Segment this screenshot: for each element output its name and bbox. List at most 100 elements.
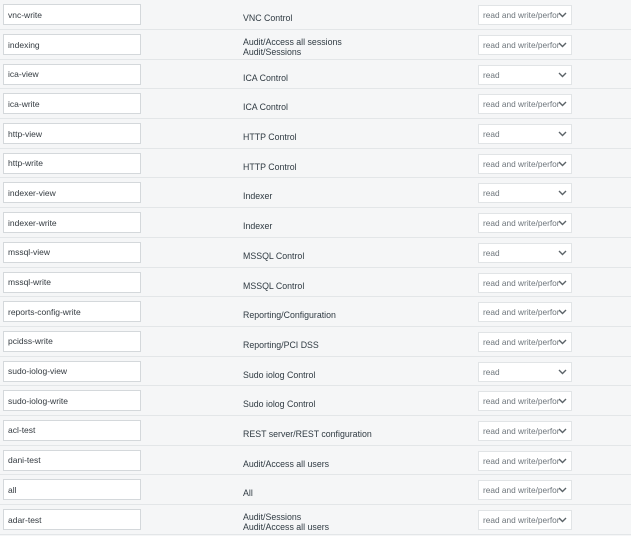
table-row: Indexer read and write/perform [0, 208, 631, 238]
permission-value: read and write/perform [483, 485, 560, 496]
object-label: Sudo iolog Control [243, 369, 316, 380]
permission-value: read and write/perform [483, 425, 560, 436]
acl-name-input[interactable] [3, 241, 141, 263]
object-label: MSSQL Control [243, 280, 305, 291]
permission-select[interactable]: read and write/perform [478, 420, 572, 441]
acl-name-input[interactable] [3, 419, 141, 441]
acl-name-input[interactable] [3, 360, 141, 382]
objects-cell: Audit/Access all sessions Audit/Sessions [243, 37, 342, 57]
acl-name-input[interactable] [3, 182, 141, 204]
acl-table: VNC Control read and write/perform Audit… [0, 0, 631, 535]
objects-cell: MSSQL Control [243, 281, 304, 291]
table-row: Audit/Access all sessionsAudit/Sessions … [0, 30, 631, 60]
acl-name-input[interactable] [3, 449, 141, 471]
objects-cell: Audit/Sessions Audit/Access all users [243, 512, 329, 532]
permission-select[interactable]: read [478, 64, 572, 85]
object-label: VNC Control [243, 13, 293, 23]
permission-select[interactable]: read and write/perform [478, 480, 572, 501]
chevron-down-icon [558, 279, 567, 287]
chevron-down-icon [558, 338, 567, 346]
permission-value: read and write/perform [483, 336, 560, 347]
acl-name-input[interactable] [3, 93, 141, 115]
permission-value: read and write/perform [483, 99, 560, 110]
object-label: Audit/Access all sessions [243, 37, 342, 47]
permission-select[interactable]: read [478, 242, 572, 263]
object-label: All [243, 488, 253, 499]
objects-cell: HTTP Control [243, 132, 297, 142]
permission-select[interactable]: read and write/perform [478, 391, 572, 412]
table-row: ICA Control read [0, 59, 631, 90]
acl-name-input[interactable] [3, 34, 141, 55]
permission-select[interactable]: read [478, 361, 572, 382]
permission-select[interactable]: read and write/perform [478, 510, 572, 530]
object-label: Sudo iolog Control [243, 399, 316, 410]
table-row: MSSQL Control read and write/perform [0, 267, 631, 298]
object-label: Audit/Access all users [243, 458, 330, 469]
permission-value: read and write/perform [483, 396, 560, 407]
chevron-down-icon [558, 457, 567, 465]
chevron-down-icon [558, 71, 567, 79]
permission-select[interactable]: read and write/perform [478, 153, 572, 174]
acl-name-input[interactable] [3, 390, 141, 412]
table-row: Reporting/Configuration read and write/p… [0, 297, 631, 327]
objects-cell: MSSQL Control [243, 251, 304, 261]
table-row: REST server/REST configuration read and … [0, 415, 631, 446]
acl-name-input[interactable] [3, 63, 141, 85]
object-label: Reporting/Configuration [243, 310, 336, 321]
table-row: Indexer read [0, 178, 631, 209]
permission-value: read [483, 69, 500, 80]
table-row: Audit/Access all users read and write/pe… [0, 445, 631, 476]
permission-value: read [483, 366, 500, 377]
permission-value: read and write/perform [483, 455, 560, 466]
chevron-down-icon [558, 249, 567, 257]
permission-select[interactable]: read [478, 183, 572, 204]
permission-value: read [483, 247, 500, 258]
permission-select[interactable]: read [478, 124, 572, 145]
permission-value: read and write/perform [483, 158, 560, 169]
acl-name-input[interactable] [3, 123, 141, 145]
object-label: ICA Control [243, 102, 288, 113]
object-label: REST server/REST configuration [243, 428, 372, 439]
objects-cell: ICA Control [243, 102, 288, 112]
objects-cell: Audit/Access all users [243, 459, 329, 469]
acl-name-input[interactable] [3, 152, 141, 174]
table-row: HTTP Control read and write/perform [0, 148, 631, 179]
chevron-down-icon [558, 516, 567, 524]
objects-cell: VNC Control [243, 13, 292, 23]
table-row: Reporting/PCI DSS read and write/perform [0, 326, 631, 357]
object-label: Audit/Sessions [243, 47, 302, 57]
acl-name-input[interactable] [3, 301, 141, 323]
permission-select[interactable]: read and write/perform [478, 5, 572, 25]
acl-name-input[interactable] [3, 4, 141, 25]
permission-select[interactable]: read and write/perform [478, 450, 572, 471]
chevron-down-icon [558, 189, 567, 197]
chevron-down-icon [558, 368, 567, 376]
acl-name-input[interactable] [3, 271, 141, 293]
acl-name-input[interactable] [3, 212, 141, 234]
permission-select[interactable]: read and write/perform [478, 302, 572, 323]
permission-value: read [483, 129, 500, 140]
permission-select[interactable]: read and write/perform [478, 35, 572, 55]
objects-cell: HTTP Control [243, 162, 297, 172]
objects-cell: Sudo iolog Control [243, 399, 315, 409]
acl-name-input[interactable] [3, 509, 141, 530]
permission-value: read and write/perform [483, 218, 560, 229]
object-label: HTTP Control [243, 161, 297, 172]
permission-select[interactable]: read and write/perform [478, 331, 572, 352]
chevron-down-icon [558, 219, 567, 227]
table-row: VNC Control read and write/perform [0, 0, 631, 30]
permission-select[interactable]: read and write/perform [478, 213, 572, 234]
acl-name-input[interactable] [3, 330, 141, 352]
object-label: Audit/Access all users [243, 522, 330, 532]
acl-name-input[interactable] [3, 479, 141, 501]
table-row: Audit/SessionsAudit/Access all users rea… [0, 505, 631, 535]
permission-select[interactable]: read and write/perform [478, 94, 572, 115]
objects-cell: REST server/REST configuration [243, 429, 372, 439]
permission-select[interactable]: read and write/perform [478, 272, 572, 293]
chevron-down-icon [558, 130, 567, 138]
objects-cell: Reporting/PCI DSS [243, 340, 319, 350]
object-label: Indexer [243, 221, 273, 232]
objects-cell: All [243, 488, 253, 498]
permission-value: read and write/perform [483, 515, 560, 525]
chevron-down-icon [558, 41, 567, 49]
